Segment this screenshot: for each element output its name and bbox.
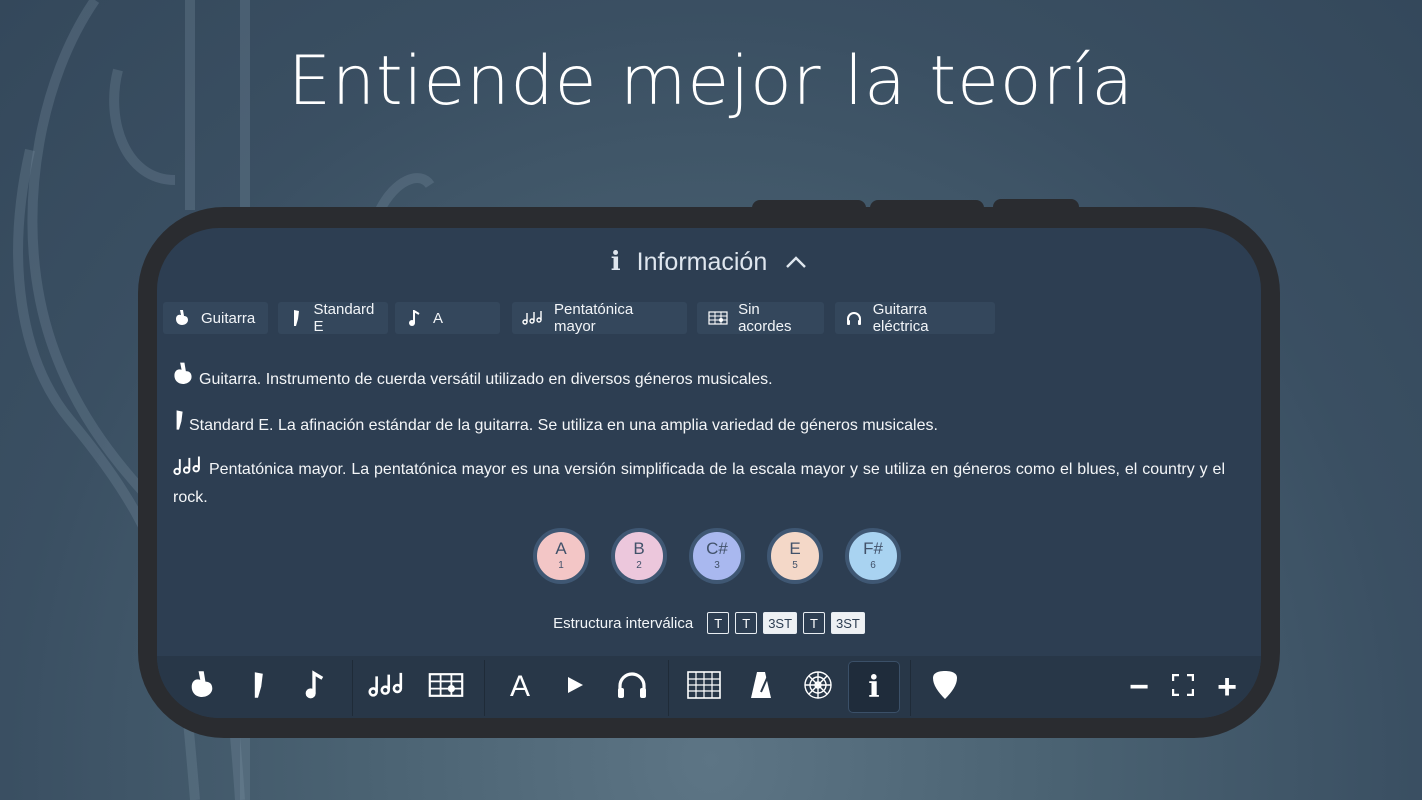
- interval-step: 3ST: [831, 612, 865, 634]
- fretboard-icon: [687, 670, 721, 704]
- headline: Entiende mejor la teoría: [287, 42, 1135, 121]
- scale-note[interactable]: E5: [767, 528, 823, 584]
- fullscreen-button[interactable]: [1158, 662, 1208, 712]
- minus-icon: −: [1129, 667, 1149, 706]
- chip-chords[interactable]: Sin acordes: [697, 301, 824, 335]
- sound-button[interactable]: [607, 662, 657, 712]
- chip-root-note[interactable]: A: [395, 302, 500, 334]
- note-names-button[interactable]: A: [495, 662, 545, 712]
- scale-note[interactable]: C# 3: [689, 528, 745, 584]
- info-panel-title: Información: [636, 247, 768, 276]
- triple-notes-icon: [173, 456, 203, 485]
- music-note-icon: [304, 669, 324, 705]
- toolbar-separator: [352, 660, 353, 716]
- headphones-icon: [615, 670, 649, 705]
- metronome-icon: [750, 670, 772, 705]
- chords-button[interactable]: [421, 662, 471, 712]
- toolbar-separator: [668, 660, 669, 716]
- chord-grid-icon: [428, 672, 464, 703]
- chord-grid-icon: [707, 309, 728, 327]
- chevron-up-icon[interactable]: [785, 248, 807, 276]
- root-note-button[interactable]: [289, 662, 339, 712]
- play-button[interactable]: [550, 662, 600, 712]
- guitar-headstock-icon: [173, 408, 185, 441]
- triple-notes-icon: [368, 672, 406, 703]
- scale-notes: A1 B2 C# 3 E5 F# 6: [533, 528, 901, 584]
- interval-structure: Estructura interválica T T 3ST T 3ST: [157, 612, 1261, 634]
- chip-instrument[interactable]: Guitarra: [163, 302, 268, 334]
- interval-step: T: [735, 612, 758, 634]
- app-screen: i Información Guitarra Standard E A Pent…: [157, 228, 1261, 718]
- note-name-label: A: [509, 670, 530, 703]
- interval-step: 3ST: [763, 612, 798, 634]
- guitar-body-icon: [190, 670, 214, 705]
- headphones-icon: [845, 309, 863, 327]
- play-icon: [565, 675, 585, 700]
- scale-note[interactable]: F# 6: [845, 528, 901, 584]
- chip-sound[interactable]: Guitarra eléctrica: [835, 301, 995, 335]
- chip-scale[interactable]: Pentatónica mayor: [512, 301, 687, 335]
- toolbar-separator: [484, 660, 485, 716]
- circle-of-fifths-icon: [803, 670, 833, 705]
- settings-chips: Guitarra Standard E A Pentatónica mayor …: [163, 301, 995, 335]
- guitar-body-icon: [173, 309, 191, 327]
- chip-tuning[interactable]: Standard E: [278, 301, 388, 335]
- scale-note[interactable]: A1: [533, 528, 589, 584]
- description-tuning: Standard E. La afinación estándar de la …: [173, 408, 1225, 441]
- tuning-button[interactable]: [233, 662, 283, 712]
- triple-notes-icon: [522, 309, 544, 327]
- description-scale: Pentatónica mayor. La pentatónica mayor …: [173, 456, 1225, 511]
- instrument-button[interactable]: [177, 662, 227, 712]
- info-panel-header[interactable]: i Información: [157, 242, 1261, 282]
- plus-icon: +: [1217, 667, 1237, 706]
- info-button[interactable]: i: [849, 662, 899, 712]
- guitar-headstock-icon: [250, 670, 266, 705]
- pick-button[interactable]: [920, 662, 970, 712]
- zoom-in-button[interactable]: +: [1202, 662, 1252, 712]
- fretboard-button[interactable]: [679, 662, 729, 712]
- toolbar-separator: [910, 660, 911, 716]
- fullscreen-icon: [1171, 673, 1195, 701]
- guitar-body-icon: [173, 362, 193, 395]
- interval-step: T: [803, 612, 826, 634]
- zoom-out-button[interactable]: −: [1114, 662, 1164, 712]
- scale-note[interactable]: B2: [611, 528, 667, 584]
- description-instrument: Guitarra. Instrumento de cuerda versátil…: [173, 362, 1225, 395]
- interval-structure-label: Estructura interválica: [553, 614, 694, 632]
- scale-button[interactable]: [362, 662, 412, 712]
- guitar-headstock-icon: [288, 309, 303, 327]
- circle-of-fifths-button[interactable]: [793, 662, 843, 712]
- metronome-button[interactable]: [736, 662, 786, 712]
- info-icon: i: [610, 247, 621, 277]
- interval-step: T: [707, 612, 730, 634]
- music-note-icon: [405, 309, 423, 327]
- info-icon: i: [868, 669, 880, 705]
- bottom-toolbar: A i − +: [157, 656, 1261, 718]
- guitar-pick-icon: [932, 670, 958, 705]
